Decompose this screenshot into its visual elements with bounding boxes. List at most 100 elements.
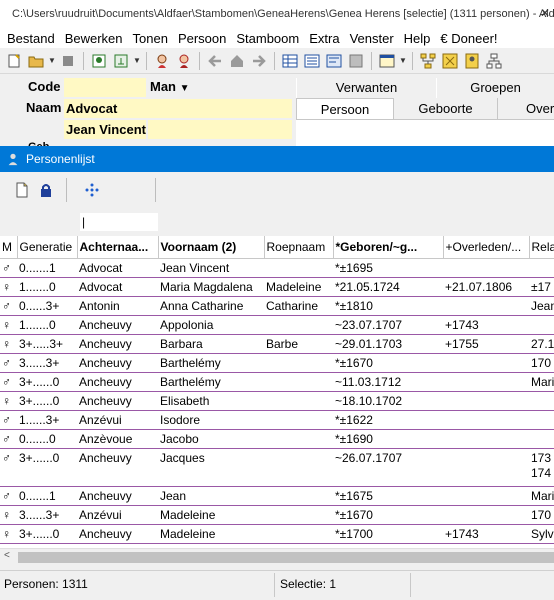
col-voornaam[interactable]: Voornaam (2) [158, 236, 265, 259]
cell-sex-text: ♀ [2, 336, 11, 351]
descendants-button[interactable] [440, 51, 460, 71]
cell-geboren-text: *21.05.1724 [335, 279, 400, 294]
menu-doneer[interactable]: € Doneer! [435, 31, 502, 46]
tab-overlijden[interactable]: Overl [498, 98, 554, 119]
window-button[interactable] [377, 51, 397, 71]
move-button[interactable] [82, 180, 102, 200]
tab-groepen[interactable]: Groepen [436, 78, 554, 98]
cell-geboren: ~18.10.1702 [333, 391, 443, 410]
menu-persoon[interactable]: Persoon [173, 31, 231, 46]
person-edit-button[interactable] [89, 51, 109, 71]
cell-geboren: *±1670 [333, 353, 443, 372]
menu-help[interactable]: Help [399, 31, 436, 46]
cell-geboren-text: ~18.10.1702 [335, 393, 403, 408]
tree-button[interactable] [111, 51, 131, 71]
chevron-down-icon[interactable]: ▼ [399, 56, 407, 65]
table-row[interactable]: ♂ 1......3+ Anzévui Isodore *±1622 [0, 410, 554, 429]
table-row[interactable]: ♂ 0.......1 Ancheuvy Jean *±1675 Mari [0, 486, 554, 505]
open-button[interactable] [26, 51, 46, 71]
cell-relatie [529, 258, 554, 277]
cell-generatie-text: 3+......0 [19, 374, 60, 389]
cell-voornaam-text: Maria Magdalena [160, 279, 253, 294]
cell-geboren-text: *±1695 [335, 260, 373, 275]
cell-voornaam-text: Anna Catharine [160, 298, 244, 313]
menu-tonen[interactable]: Tonen [128, 31, 173, 46]
descendants-icon [442, 53, 458, 68]
cell-achternaam-text: Ancheuvy [79, 526, 132, 541]
col-roepnaam[interactable]: Roepnaam [264, 236, 334, 259]
stop-button[interactable] [58, 51, 78, 71]
table-row[interactable]: ♀ 3+......0 Ancheuvy Elisabeth ~18.10.1702 [0, 391, 554, 410]
cell-overleden: +1743 [443, 315, 529, 334]
table-row[interactable]: ♀ 3......3+ Anzévui Madeleine *±1670 170 [0, 505, 554, 524]
table-row[interactable]: ♂ 0.......0 Anzèvoue Jacobo *±1690 [0, 429, 554, 448]
sex-select[interactable]: Man ▼ [150, 79, 190, 94]
new-person-button[interactable] [4, 51, 24, 71]
table-row[interactable]: ♂ 3+......0 Ancheuvy Jacques ~26.07.1707 173 1… [0, 448, 554, 486]
grid-view-button[interactable] [280, 51, 300, 71]
cell-voornaam: Isodore [158, 410, 264, 429]
cell-voornaam: Barthelémy [158, 353, 264, 372]
table-row[interactable]: ♂ 3+......0 Ancheuvy Barthelémy ~11.03.1712 M… [0, 372, 554, 391]
table-row[interactable]: ♀ 3+.....3+ Ancheuvy Barbara Barbe ~29.01.170… [0, 334, 554, 353]
report-button[interactable] [324, 51, 344, 71]
scrollbar-thumb[interactable] [18, 552, 554, 563]
tab-verwanten[interactable]: Verwanten [296, 78, 436, 98]
menu-extra[interactable]: Extra [304, 31, 344, 46]
cell-roepnaam [264, 524, 333, 543]
col-overleden[interactable]: +Overleden/... [443, 236, 530, 259]
women-button[interactable] [174, 51, 194, 71]
col-achternaam[interactable]: Achternaa... [77, 236, 159, 259]
tab-geboorte[interactable]: Geboorte [394, 98, 498, 119]
ancestors-button[interactable] [418, 51, 438, 71]
person-card-button[interactable] [462, 51, 482, 71]
cell-voornaam: Elisabeth [158, 391, 264, 410]
col-generatie[interactable]: Generatie [17, 236, 78, 259]
cell-sex: ♂ [0, 258, 17, 277]
table-row[interactable]: ♂ 0.......1 Advocat Jean Vincent *±1695 [0, 258, 554, 277]
col-sex[interactable]: M [0, 236, 18, 259]
forward-button[interactable] [249, 51, 269, 71]
firstname-field[interactable]: Jean Vincent [64, 120, 292, 139]
chevron-down-icon[interactable]: ▼ [133, 56, 141, 65]
status-bar: Personen: 1311 Selectie: 1 [0, 570, 554, 600]
person-panel: Code Man ▼ Naam Advocat Jean Vincent Geb… [0, 74, 554, 153]
cell-generatie: 3......3+ [17, 353, 77, 372]
cell-sex-text: ♂ [2, 374, 11, 389]
men-button[interactable] [152, 51, 172, 71]
table-row[interactable]: ♀ 1.......0 Advocat Maria Magdalena Madelein… [0, 277, 554, 296]
menu-venster[interactable]: Venster [345, 31, 399, 46]
col-relatie[interactable]: Rela [529, 236, 554, 259]
scroll-left-icon[interactable]: < [4, 550, 10, 561]
horizontal-scrollbar[interactable]: < [0, 548, 554, 565]
code-field[interactable] [64, 78, 146, 97]
cell-voornaam-text: Barthelémy [160, 374, 221, 389]
menu-bewerken[interactable]: Bewerken [60, 31, 128, 46]
new-doc-button[interactable] [12, 180, 32, 200]
personenlijst-titlebar[interactable]: Personenlijst [0, 146, 554, 172]
chevron-down-icon[interactable]: ▼ [48, 56, 56, 65]
menu-bestand[interactable]: Bestand [2, 31, 60, 46]
lock-button[interactable] [36, 180, 56, 200]
surname-filter-input[interactable] [80, 213, 158, 231]
gray-button[interactable] [346, 51, 366, 71]
table-row[interactable]: ♂ 3......3+ Ancheuvy Barthelémy *±1670 170 [0, 353, 554, 372]
family-button[interactable] [484, 51, 504, 71]
cell-voornaam: Appolonia [158, 315, 264, 334]
menu-stamboom[interactable]: Stamboom [231, 31, 304, 46]
home-button[interactable] [227, 51, 247, 71]
list-view-button[interactable] [302, 51, 322, 71]
table-row[interactable]: ♀ 1.......0 Ancheuvy Appolonia ~23.07.1707 +1… [0, 315, 554, 334]
col-geboren[interactable]: *Geboren/~g... [333, 236, 444, 259]
surname-field[interactable]: Advocat [64, 99, 292, 118]
table-row[interactable]: ♀ 3+......0 Ancheuvy Madeleine *±1700 +1743 Sy… [0, 524, 554, 543]
list-icon [304, 54, 320, 67]
cell-voornaam: Madeleine [158, 505, 264, 524]
cell-overleden [443, 505, 529, 524]
cell-generatie: 3+......0 [17, 524, 77, 543]
cell-voornaam: Maria Magdalena [158, 277, 264, 296]
close-icon[interactable]: ✕ [540, 6, 550, 20]
tab-persoon[interactable]: Persoon [296, 98, 394, 119]
table-row[interactable]: ♂ 0......3+ Antonin Anna Catharine Catharine… [0, 296, 554, 315]
back-button[interactable] [205, 51, 225, 71]
